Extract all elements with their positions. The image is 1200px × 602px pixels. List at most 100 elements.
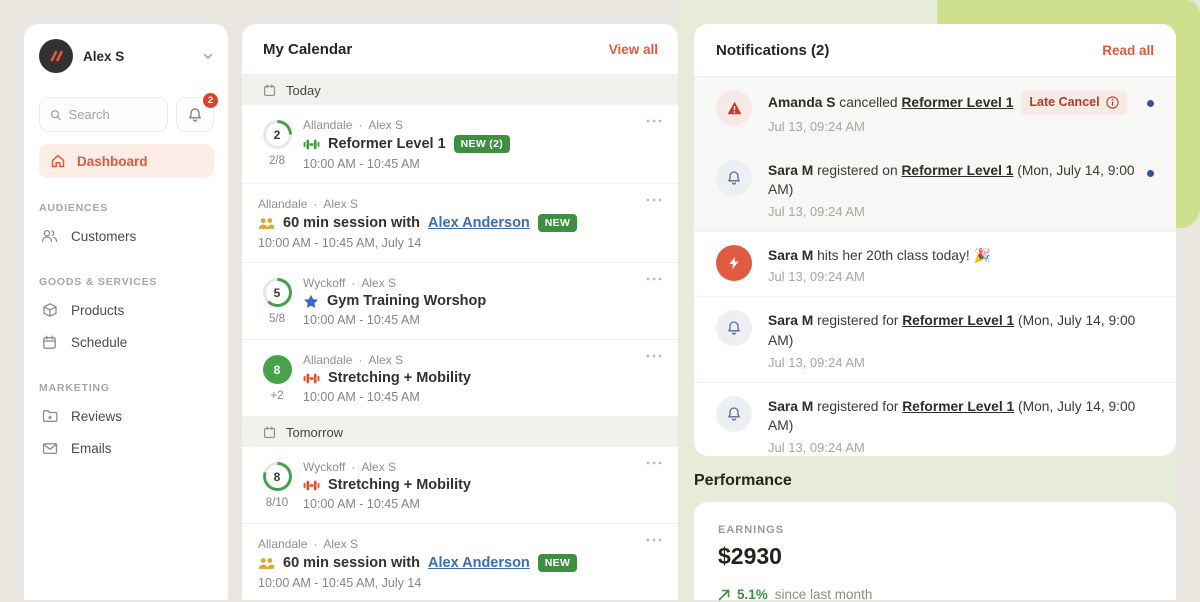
search-icon bbox=[50, 108, 62, 122]
notifications-title: Notifications (2) bbox=[716, 42, 829, 59]
star-icon bbox=[303, 294, 319, 309]
sidebar-item-reviews[interactable]: Reviews bbox=[24, 400, 228, 432]
event-meta: Wyckoff·Alex S bbox=[303, 460, 638, 474]
earnings-label: EARNINGS bbox=[718, 524, 1152, 536]
more-options-icon[interactable] bbox=[646, 354, 662, 358]
earnings-value: $2930 bbox=[718, 543, 1152, 570]
more-options-icon[interactable] bbox=[646, 198, 662, 202]
bell-icon bbox=[716, 310, 752, 346]
info-icon[interactable] bbox=[1106, 96, 1119, 109]
event-time: 10:00 AM - 10:45 AM bbox=[303, 313, 638, 327]
day-header-today: Today bbox=[242, 75, 678, 105]
section-label-goods-services: GOODS & SERVICES bbox=[24, 276, 228, 288]
calendar-icon bbox=[41, 335, 58, 350]
sidebar-item-products[interactable]: Products bbox=[24, 294, 228, 326]
more-options-icon[interactable] bbox=[646, 277, 662, 281]
notification-text: Amanda S cancelled Reformer Level 1Late … bbox=[768, 91, 1137, 115]
section-label-marketing: MARKETING bbox=[24, 382, 228, 394]
notification-date: Jul 13, 09:24 AM bbox=[768, 119, 1137, 134]
section-label-audiences: AUDIENCES bbox=[24, 202, 228, 214]
chevron-down-icon[interactable] bbox=[202, 50, 214, 62]
class-link[interactable]: Reformer Level 1 bbox=[901, 95, 1013, 110]
calendar-event[interactable]: 8 +2 Allandale·Alex S Stretching + Mobil… bbox=[242, 340, 678, 417]
event-time: 10:00 AM - 10:45 AM bbox=[303, 497, 638, 511]
event-meta: Allandale·Alex S bbox=[303, 118, 638, 132]
event-title: Reformer Level 1 bbox=[328, 136, 446, 152]
calendar-event[interactable]: 5 5/8 Wyckoff·Alex S Gym Training Worsho… bbox=[242, 263, 678, 340]
sidebar: Alex S 2 Dashboard AUDIENCES Customers G… bbox=[24, 24, 228, 600]
sidebar-item-dashboard[interactable]: Dashboard bbox=[39, 144, 214, 178]
event-title: Stretching + Mobility bbox=[328, 370, 471, 386]
calendar-icon bbox=[263, 426, 276, 439]
earnings-card: EARNINGS $2930 5.1% since last month bbox=[694, 502, 1176, 600]
calendar-event[interactable]: Allandale·Alex S 60 min session with Ale… bbox=[242, 184, 678, 263]
new-badge: NEW bbox=[538, 554, 577, 572]
bell-icon bbox=[716, 396, 752, 432]
sidebar-item-label: Emails bbox=[71, 441, 112, 456]
class-link[interactable]: Reformer Level 1 bbox=[902, 313, 1014, 328]
capacity-ring: 2 bbox=[263, 120, 292, 149]
sidebar-item-label: Reviews bbox=[71, 409, 122, 424]
calendar-event[interactable]: 8 8/10 Wyckoff·Alex S Stretching + Mobil… bbox=[242, 447, 678, 524]
calendar-panel: My Calendar View all Today 2 2/8 Allanda… bbox=[242, 24, 678, 600]
notification-text: Sara M registered on Reformer Level 1 (M… bbox=[768, 161, 1137, 200]
dumbbell-icon bbox=[303, 372, 320, 385]
notification-item[interactable]: Amanda S cancelled Reformer Level 1Late … bbox=[694, 77, 1176, 147]
sidebar-item-schedule[interactable]: Schedule bbox=[24, 326, 228, 358]
calendar-event[interactable]: Allandale·Alex S 60 min session with Ale… bbox=[242, 524, 678, 600]
users-icon bbox=[41, 229, 58, 243]
folder-star-icon bbox=[41, 409, 58, 423]
bell-icon bbox=[187, 107, 203, 123]
new-badge: NEW bbox=[538, 214, 577, 232]
search-box[interactable] bbox=[39, 97, 168, 132]
day-header-label: Tomorrow bbox=[286, 425, 343, 440]
avatar bbox=[39, 39, 73, 73]
sidebar-item-customers[interactable]: Customers bbox=[24, 220, 228, 252]
event-time: 10:00 AM - 10:45 AM, July 14 bbox=[258, 236, 638, 250]
event-title: 60 min session with bbox=[283, 215, 420, 231]
more-options-icon[interactable] bbox=[646, 119, 662, 123]
more-options-icon[interactable] bbox=[646, 538, 662, 542]
notification-item[interactable]: Sara M registered for Reformer Level 1 (… bbox=[694, 383, 1176, 456]
capacity-ring: 8 bbox=[263, 462, 292, 491]
notification-date: Jul 13, 09:24 AM bbox=[768, 269, 1158, 284]
sidebar-item-label: Products bbox=[71, 303, 124, 318]
event-time: 10:00 AM - 10:45 AM, July 14 bbox=[258, 576, 638, 590]
view-all-link[interactable]: View all bbox=[609, 42, 658, 57]
notifications-button[interactable]: 2 bbox=[176, 97, 214, 132]
profile-menu[interactable]: Alex S bbox=[24, 24, 228, 81]
warning-icon bbox=[716, 90, 752, 126]
event-time: 10:00 AM - 10:45 AM bbox=[303, 390, 638, 404]
dumbbell-icon bbox=[303, 479, 320, 492]
notification-text: Sara M registered for Reformer Level 1 (… bbox=[768, 397, 1158, 436]
notification-date: Jul 13, 09:24 AM bbox=[768, 204, 1137, 219]
capacity-badge: 8 bbox=[263, 355, 292, 384]
trainer-link[interactable]: Alex Anderson bbox=[428, 215, 530, 231]
event-title: 60 min session with bbox=[283, 555, 420, 571]
home-icon bbox=[50, 153, 66, 169]
event-meta: Allandale·Alex S bbox=[258, 537, 638, 551]
calendar-icon bbox=[263, 84, 276, 97]
notification-text: Sara M registered for Reformer Level 1 (… bbox=[768, 311, 1158, 350]
notification-date: Jul 13, 09:24 AM bbox=[768, 440, 1158, 455]
notification-count-badge: 2 bbox=[203, 93, 218, 108]
event-meta: Allandale·Alex S bbox=[303, 353, 638, 367]
more-options-icon[interactable] bbox=[646, 461, 662, 465]
calendar-event[interactable]: 2 2/8 Allandale·Alex S Reformer Level 1 … bbox=[242, 105, 678, 184]
notification-item[interactable]: Sara M registered on Reformer Level 1 (M… bbox=[694, 147, 1176, 232]
users-icon bbox=[258, 557, 275, 570]
event-time: 10:00 AM - 10:45 AM bbox=[303, 157, 638, 171]
class-link[interactable]: Reformer Level 1 bbox=[902, 399, 1014, 414]
search-input[interactable] bbox=[69, 107, 157, 122]
unread-dot bbox=[1147, 170, 1154, 177]
class-link[interactable]: Reformer Level 1 bbox=[901, 163, 1013, 178]
new-badge: NEW (2) bbox=[454, 135, 510, 153]
sidebar-item-emails[interactable]: Emails bbox=[24, 432, 228, 464]
event-meta: Wyckoff·Alex S bbox=[303, 276, 638, 290]
notification-item[interactable]: Sara M hits her 20th class today! 🎉 Jul … bbox=[694, 232, 1176, 298]
read-all-link[interactable]: Read all bbox=[1102, 43, 1154, 58]
trainer-link[interactable]: Alex Anderson bbox=[428, 555, 530, 571]
sidebar-item-label: Schedule bbox=[71, 335, 127, 350]
late-cancel-badge: Late Cancel bbox=[1021, 91, 1126, 115]
notification-item[interactable]: Sara M registered for Reformer Level 1 (… bbox=[694, 297, 1176, 382]
